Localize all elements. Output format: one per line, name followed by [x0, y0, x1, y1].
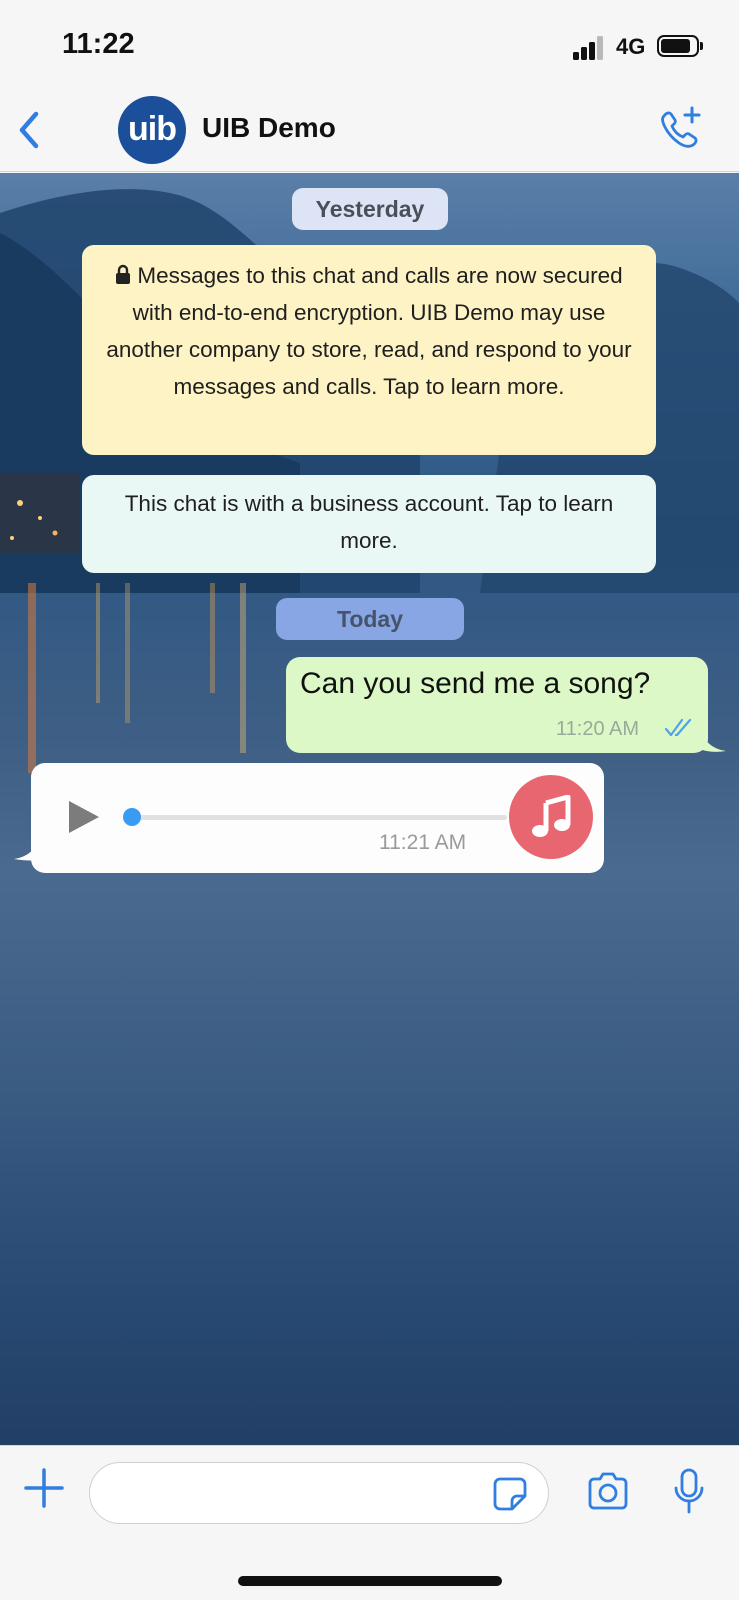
- sticker-icon[interactable]: [492, 1476, 528, 1512]
- battery-level: [661, 39, 690, 53]
- contact-avatar[interactable]: uib: [118, 96, 186, 164]
- plus-icon[interactable]: [24, 1468, 64, 1508]
- outgoing-message[interactable]: Can you send me a song? 11:20 AM: [286, 657, 708, 753]
- encryption-notice-text: Messages to this chat and calls are now …: [106, 263, 632, 399]
- microphone-icon[interactable]: [674, 1468, 704, 1514]
- message-input[interactable]: [89, 1462, 549, 1524]
- date-chip-today: Today: [276, 598, 464, 640]
- audio-sender-avatar: [509, 775, 593, 859]
- incoming-audio-message[interactable]: 11:21 AM: [31, 763, 604, 873]
- input-bar: [0, 1445, 739, 1600]
- battery-cap: [700, 42, 703, 50]
- status-bar: 11:22 4G: [0, 0, 739, 92]
- back-chevron-icon[interactable]: [14, 108, 44, 152]
- message-time: 11:21 AM: [379, 831, 467, 854]
- date-chip-yesterday: Yesterday: [292, 188, 448, 230]
- lock-icon: [116, 264, 131, 284]
- phone-plus-icon[interactable]: [656, 106, 704, 154]
- chat-header: uib UIB Demo: [0, 92, 739, 172]
- business-account-notice[interactable]: This chat is with a business account. Ta…: [82, 475, 656, 573]
- double-check-icon: [664, 718, 692, 737]
- play-icon[interactable]: [67, 799, 101, 835]
- message-time: 11:20 AM: [556, 718, 640, 740]
- outgoing-bubble-tail: [700, 729, 726, 752]
- music-note-icon: [532, 795, 571, 837]
- chat-area[interactable]: Yesterday Messages to this chat and call…: [0, 173, 739, 1445]
- battery-icon: [657, 35, 699, 57]
- message-text: Can you send me a song?: [300, 667, 651, 700]
- home-indicator[interactable]: [238, 1576, 502, 1586]
- audio-progress-knob[interactable]: [123, 808, 141, 826]
- camera-icon[interactable]: [586, 1472, 630, 1512]
- business-notice-text: This chat is with a business account. Ta…: [124, 491, 614, 553]
- status-time: 11:22: [62, 28, 135, 60]
- encryption-notice[interactable]: Messages to this chat and calls are now …: [82, 245, 656, 455]
- contact-name[interactable]: UIB Demo: [202, 112, 336, 144]
- network-type: 4G: [616, 34, 646, 59]
- audio-progress-track[interactable]: [123, 808, 507, 826]
- incoming-bubble-tail: [14, 837, 40, 861]
- cellular-signal-icon: [573, 36, 605, 60]
